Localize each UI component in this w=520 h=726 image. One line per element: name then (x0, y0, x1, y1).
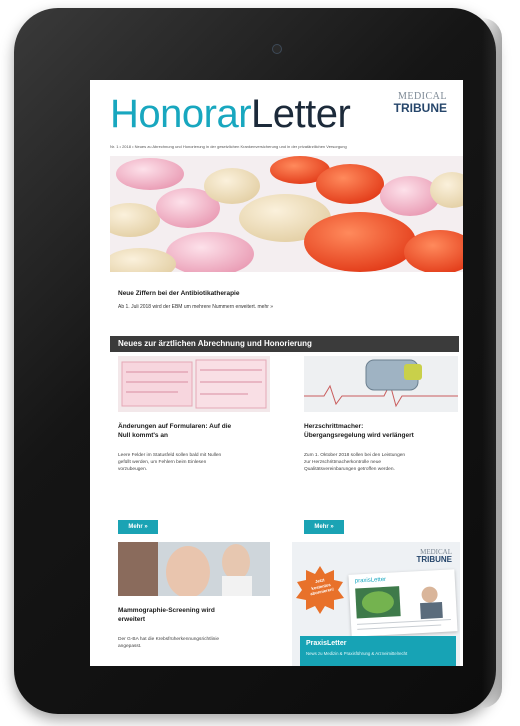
hero-pills-image[interactable] (110, 156, 463, 272)
article3-title[interactable]: Mammographie-Screening wird erweitert (118, 606, 215, 624)
article3-title-line1: Mammographie-Screening wird (118, 607, 215, 614)
article1-text-line2: gefüllt werden, um Fehlern beim Einlesen (118, 460, 207, 465)
article2-title-line1: Herzschrittmacher: (304, 423, 364, 430)
mammography-image[interactable] (118, 542, 270, 596)
camera-icon (272, 44, 282, 54)
forms-illustration (121, 359, 267, 409)
pills-illustration (110, 156, 463, 272)
publisher-line2: TRIBUNE (393, 101, 447, 115)
article1-title[interactable]: Änderungen auf Formularen: Auf die Null … (118, 422, 231, 440)
article2-text-line1: Zum 1. Oktober 2018 sollen bei den Leist… (304, 453, 406, 458)
tablet-screen: HonorarLetter MEDICAL TRIBUNE Nr. 1 • 20… (90, 80, 463, 666)
promo-subtitle: News zu Medizin & Praxisführung & Arznei… (306, 651, 408, 656)
article1-title-line2: Null kommt's an (118, 432, 168, 439)
praxisletter-promo[interactable]: MEDICAL TRIBUNE Jetzt kostenlos abonnier… (292, 542, 460, 666)
promo-publisher-line2: TRIBUNE (416, 555, 452, 564)
article1-title-line1: Änderungen auf Formularen: Auf die (118, 423, 232, 430)
promo-title: PraxisLetter (306, 640, 347, 647)
article1-text: Leere Felder im Statusfeld sollen bald m… (118, 452, 221, 473)
mammography-illustration (118, 542, 270, 596)
article3-text: Der G-BA hat die Krebsfrüherkennungsrich… (118, 636, 219, 650)
honorarletter-logo: HonorarLetter (110, 92, 351, 136)
article3-text-line1: Der G-BA hat die Krebsfrüherkennungsrich… (118, 637, 220, 642)
issue-line: Nr. 1 • 2018 • Neues zu Abrechnung und H… (110, 144, 347, 149)
tablet-frame: HonorarLetter MEDICAL TRIBUNE Nr. 1 • 20… (14, 8, 502, 714)
section-band: Neues zur ärztlichen Abrechnung und Hono… (110, 336, 459, 352)
headline-text[interactable]: Ab 1. Juli 2018 wird der EBM um mehrere … (118, 304, 273, 310)
logo-part2: Letter (251, 92, 351, 136)
article3-title-line2: erweitert (118, 616, 146, 623)
section-title: Neues zur ärztlichen Abrechnung und Hono… (118, 339, 312, 348)
article2-title[interactable]: Herzschrittmacher: Übergangsregelung wir… (304, 422, 414, 440)
article2-text-line3: Qualitätsvereinbarungen getroffen werden… (304, 467, 395, 472)
medical-tribune-logo: MEDICAL TRIBUNE (393, 92, 447, 115)
newsletter-header: HonorarLetter MEDICAL TRIBUNE (90, 80, 463, 140)
headline-title[interactable]: Neue Ziffern bei der Antibiotikatherapie (118, 290, 239, 297)
logo-part1: Honorar (110, 92, 252, 136)
article2-title-line2: Übergangsregelung wird verlängert (304, 432, 414, 439)
preview-graphics (355, 586, 451, 630)
subscribe-badge[interactable]: Jetzt kostenlos abonnieren! (296, 566, 344, 614)
article2-text: Zum 1. Oktober 2018 sollen bei den Leist… (304, 452, 405, 473)
article2-text-line2: zur Herzschrittmacherkontrolle neue (304, 460, 382, 465)
article1-text-line3: vorzubeugen. (118, 467, 148, 472)
pacemaker-image[interactable] (304, 356, 458, 412)
medical-forms-image[interactable] (118, 356, 270, 412)
article1-text-line1: Leere Felder im Statusfeld sollen bald m… (118, 453, 222, 458)
article2-mehr-button[interactable]: Mehr » (304, 520, 344, 534)
pacemaker-illustration (304, 356, 458, 412)
article3-text-line2: angepasst. (118, 644, 142, 649)
article1-mehr-button[interactable]: Mehr » (118, 520, 158, 534)
praxisletter-preview: praxisLetter (348, 569, 458, 637)
